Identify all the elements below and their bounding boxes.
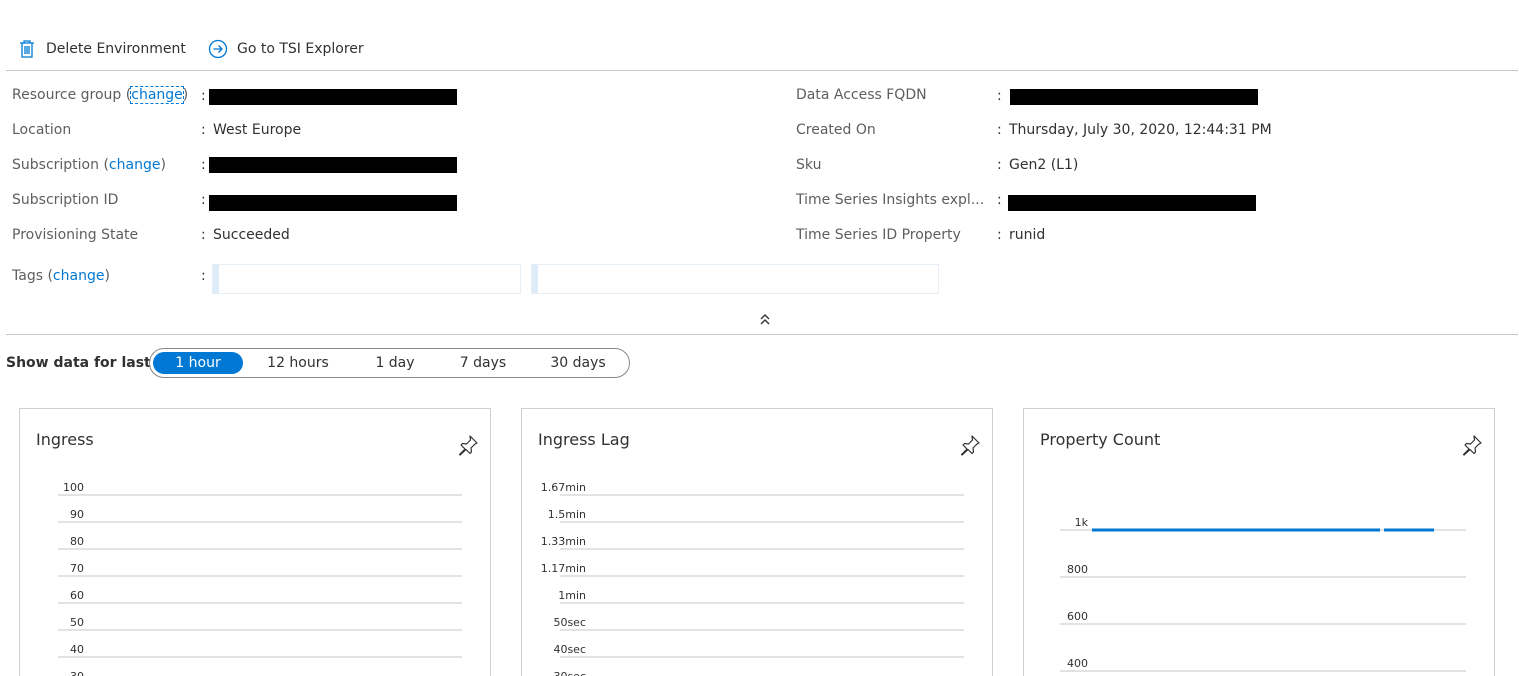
- collapse-essentials-button[interactable]: [756, 310, 774, 328]
- toolbar-divider: [6, 70, 1518, 71]
- tags-label: Tags (change): [12, 268, 110, 284]
- colon: :: [997, 88, 1002, 104]
- time-range-option-1-hour[interactable]: 1 hour: [153, 352, 243, 374]
- essentials-divider: [6, 334, 1518, 335]
- provisioning-state-label: Provisioning State: [12, 227, 139, 243]
- colon: :: [201, 88, 206, 104]
- colon: :: [997, 157, 1002, 173]
- go-to-tsi-explorer-label: Go to TSI Explorer: [237, 41, 364, 57]
- data-access-fqdn-value-redacted: [1010, 89, 1258, 105]
- ingress-chart-card: 100 90 80 70 60 50 40 30 Ingress: [19, 408, 491, 676]
- tags-change-link[interactable]: change: [53, 268, 105, 284]
- y-tick-label: 50sec: [553, 616, 586, 629]
- pin-icon[interactable]: [1460, 433, 1484, 457]
- subscription-value-redacted: [209, 157, 457, 173]
- trash-icon: [16, 38, 38, 60]
- ingress-lag-chart-card: 1.67min 1.5min 1.33min 1.17min 1min 50sec 40se…: [521, 408, 993, 676]
- colon: :: [201, 122, 206, 138]
- property-count-chart: 1k 800 600 400: [1060, 516, 1466, 672]
- colon: :: [997, 122, 1002, 138]
- y-tick-label: 30: [70, 670, 84, 676]
- time-range-selector: 1 hour 12 hours 1 day 7 days 30 days: [149, 348, 630, 378]
- y-tick-label: 40sec: [553, 643, 586, 656]
- time-range-option-30-days[interactable]: 30 days: [533, 352, 623, 374]
- chart-title: Property Count: [1040, 430, 1161, 449]
- pin-icon[interactable]: [958, 433, 982, 457]
- tag-pill: [531, 264, 939, 294]
- y-tick-label: 30sec: [553, 670, 586, 676]
- subscription-change-link[interactable]: change: [109, 157, 161, 173]
- pin-icon[interactable]: [456, 433, 480, 457]
- time-range-option-12-hours[interactable]: 12 hours: [253, 352, 343, 374]
- y-tick-label: 1.33min: [541, 535, 586, 548]
- location-label: Location: [12, 122, 72, 138]
- y-tick-label: 40: [70, 643, 84, 656]
- colon: :: [201, 227, 206, 243]
- y-tick-label: 400: [1067, 657, 1088, 670]
- resource-group-change-link[interactable]: change: [130, 86, 184, 104]
- colon: :: [201, 157, 206, 173]
- sku-value: Gen2 (L1): [1009, 157, 1079, 173]
- tsi-explorer-value-redacted: [1008, 195, 1256, 211]
- y-tick-label: 1.17min: [541, 562, 586, 575]
- y-tick-label: 1.67min: [541, 481, 586, 494]
- colon: :: [201, 268, 206, 284]
- resource-group-value-redacted: [209, 89, 457, 105]
- delete-environment-button[interactable]: Delete Environment: [16, 38, 186, 60]
- colon: :: [997, 227, 1002, 243]
- time-range-option-1-day[interactable]: 1 day: [355, 352, 435, 374]
- ts-id-property-value: runid: [1009, 227, 1046, 243]
- tag-pill: [212, 264, 521, 294]
- resource-group-label: Resource group (change): [12, 86, 189, 104]
- y-tick-label: 800: [1067, 563, 1088, 576]
- subscription-id-label: Subscription ID: [12, 192, 119, 208]
- data-access-fqdn-label: Data Access FQDN: [796, 87, 927, 103]
- chart-title: Ingress: [36, 430, 94, 449]
- command-bar: Delete Environment Go to TSI Explorer: [0, 30, 1519, 70]
- y-tick-label: 70: [70, 562, 84, 575]
- y-tick-label: 90: [70, 508, 84, 521]
- created-on-value: Thursday, July 30, 2020, 12:44:31 PM: [1009, 122, 1272, 138]
- subscription-id-value-redacted: [209, 195, 457, 211]
- ts-id-property-label: Time Series ID Property: [796, 227, 961, 243]
- go-to-tsi-explorer-button[interactable]: Go to TSI Explorer: [207, 38, 364, 60]
- ingress-lag-chart: 1.67min 1.5min 1.33min 1.17min 1min 50sec 40se…: [541, 481, 964, 676]
- y-tick-label: 600: [1067, 610, 1088, 623]
- provisioning-state-value: Succeeded: [213, 227, 290, 243]
- colon: :: [201, 192, 206, 208]
- y-tick-label: 1k: [1075, 516, 1089, 529]
- arrow-circle-right-icon: [207, 38, 229, 60]
- time-range-label: Show data for last: [6, 355, 151, 371]
- location-value: West Europe: [213, 122, 302, 138]
- chart-title: Ingress Lag: [538, 430, 630, 449]
- y-tick-label: 60: [70, 589, 84, 602]
- y-tick-label: 1min: [558, 589, 586, 602]
- colon: :: [997, 192, 1002, 208]
- double-chevron-up-icon: [760, 314, 770, 325]
- sku-label: Sku: [796, 157, 822, 173]
- y-tick-label: 1.5min: [548, 508, 586, 521]
- ingress-chart: 100 90 80 70 60 50 40 30: [58, 481, 462, 676]
- y-tick-label: 100: [63, 481, 84, 494]
- tsi-explorer-label: Time Series Insights expl...: [796, 192, 985, 208]
- property-count-chart-card: 1k 800 600 400 Property Count: [1023, 408, 1495, 676]
- delete-environment-label: Delete Environment: [46, 41, 186, 57]
- y-tick-label: 80: [70, 535, 84, 548]
- created-on-label: Created On: [796, 122, 876, 138]
- time-range-option-7-days[interactable]: 7 days: [443, 352, 523, 374]
- y-tick-label: 50: [70, 616, 84, 629]
- subscription-label: Subscription (change): [12, 157, 166, 173]
